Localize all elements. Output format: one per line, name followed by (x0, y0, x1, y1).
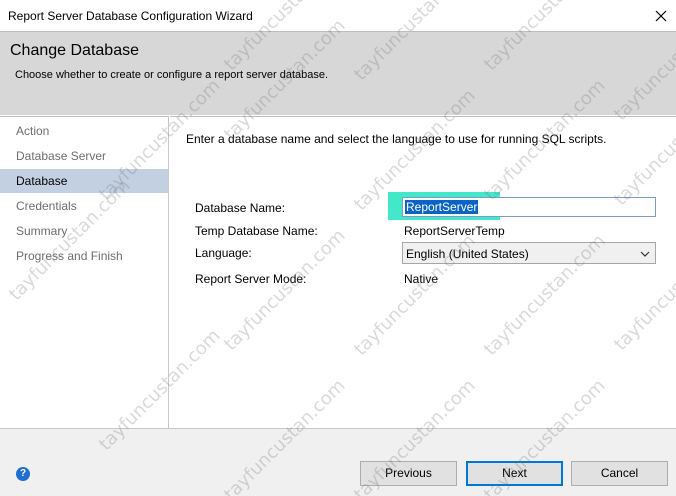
title-bar: Report Server Database Configuration Wiz… (0, 0, 676, 31)
wizard-steps-sidebar: Action Database Server Database Credenti… (0, 116, 169, 428)
sidebar-item-action[interactable]: Action (0, 119, 168, 143)
help-icon[interactable]: ? (16, 467, 30, 481)
sidebar-item-database[interactable]: Database (0, 169, 168, 193)
cancel-button[interactable]: Cancel (571, 461, 668, 486)
chevron-down-icon (640, 251, 650, 257)
page-title: Change Database (10, 42, 139, 59)
window-title: Report Server Database Configuration Wiz… (8, 9, 253, 23)
temp-database-name-label: Temp Database Name: (195, 224, 318, 238)
temp-database-name-value: ReportServerTemp (404, 224, 505, 238)
report-server-mode-label: Report Server Mode: (195, 272, 307, 286)
sidebar-item-summary[interactable]: Summary (0, 219, 168, 243)
sidebar-item-credentials[interactable]: Credentials (0, 194, 168, 218)
language-selected-value: English (United States) (406, 247, 529, 261)
main-content: Enter a database name and select the lan… (170, 116, 676, 428)
page-subtitle: Choose whether to create or configure a … (15, 69, 329, 81)
wizard-header: Change Database Choose whether to create… (0, 31, 676, 115)
sidebar-item-database-server[interactable]: Database Server (0, 144, 168, 168)
report-server-mode-value: Native (404, 272, 439, 286)
sidebar-item-progress-and-finish[interactable]: Progress and Finish (0, 244, 168, 268)
database-name-input[interactable]: ReportServer (402, 197, 656, 217)
database-name-value[interactable]: ReportServer (405, 200, 479, 214)
close-button[interactable] (646, 0, 676, 31)
instructions-text: Enter a database name and select the lan… (186, 132, 607, 146)
database-name-label: Database Name: (195, 201, 286, 215)
next-button[interactable]: Next (466, 461, 563, 486)
previous-button[interactable]: Previous (360, 461, 457, 486)
language-label: Language: (195, 246, 252, 260)
wizard-footer: ? Previous Next Cancel (0, 428, 676, 496)
language-dropdown[interactable]: English (United States) (402, 242, 656, 264)
close-icon (655, 10, 667, 21)
